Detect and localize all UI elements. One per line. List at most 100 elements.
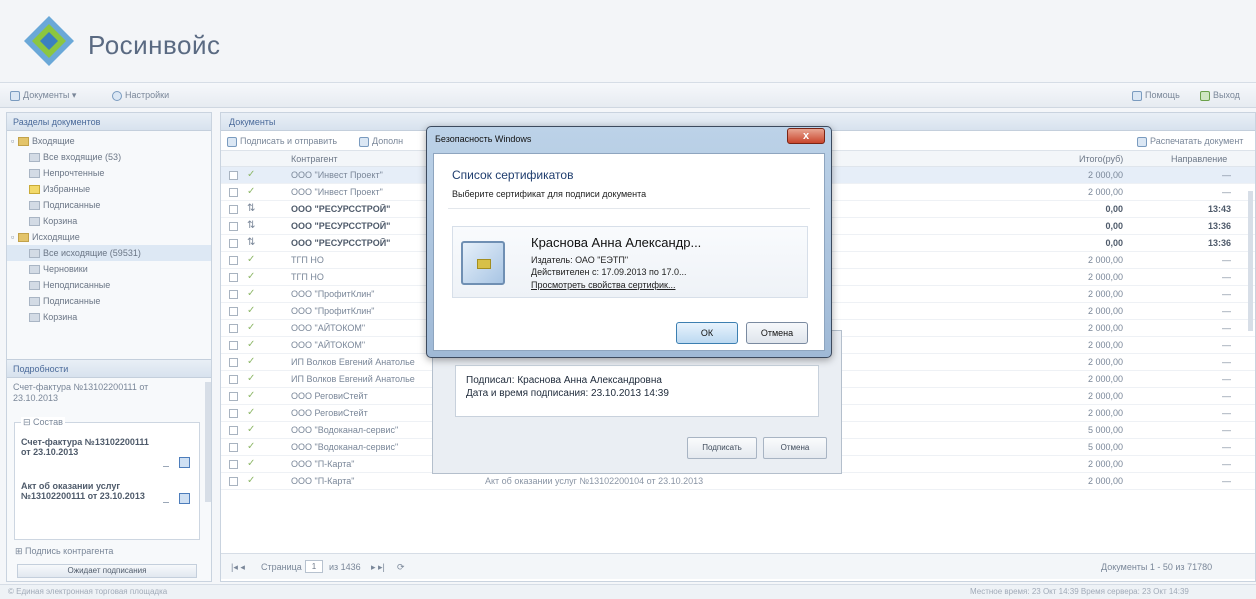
sign-and-send-button[interactable]: Подписать и отправить: [227, 136, 337, 147]
pager: |◂ ◂ Страница из 1436 ▸ ▸| ⟳ Документы 1…: [221, 553, 1255, 579]
row-checkbox[interactable]: [229, 307, 238, 316]
row-sum: 5 000,00: [1087, 425, 1123, 435]
certificate-properties-link[interactable]: Просмотреть свойства сертифик...: [531, 280, 675, 290]
document-icon: [29, 217, 40, 227]
row-sum: 0,00: [1105, 221, 1123, 231]
sidebar-item[interactable]: Корзина: [7, 213, 211, 229]
row-time: —: [1222, 408, 1231, 418]
document-icon: [29, 313, 40, 323]
details-scrollbar[interactable]: [205, 382, 211, 502]
row-checkbox[interactable]: [229, 290, 238, 299]
folder-icon: [18, 233, 29, 243]
sidebar-item[interactable]: Подписанные: [7, 197, 211, 213]
first-page-icon[interactable]: |◂ ◂: [231, 562, 245, 573]
table-row[interactable]: ✓ ООО "П-Карта" Акт об оказании услуг №131…: [221, 473, 1255, 490]
next-page-icon[interactable]: ▸ ▸|: [371, 562, 385, 573]
save-icon[interactable]: [179, 457, 190, 468]
detail-item-invoice[interactable]: Счет-фактура №13102200111 от 23.10.2013: [21, 437, 161, 457]
refresh-icon[interactable]: ⟳: [397, 562, 405, 573]
row-time: —: [1222, 289, 1231, 299]
certificate-item[interactable]: Краснова Анна Александр... Издатель: ОАО…: [452, 226, 808, 298]
left-panel: Разделы документов ▫ Входящие Все входящие…: [6, 112, 212, 582]
exit-link[interactable]: Выход: [1200, 90, 1240, 101]
sidebar-item[interactable]: Непрочтенные: [7, 165, 211, 181]
sidebar-item[interactable]: Все входящие (53): [7, 149, 211, 165]
expand-toggle-icon[interactable]: ▫: [11, 133, 18, 149]
sidebar-item-label: Входящие: [32, 136, 75, 146]
column-sum[interactable]: Итого(руб): [1079, 154, 1123, 164]
save-icon[interactable]: [179, 493, 190, 504]
row-checkbox[interactable]: [229, 222, 238, 231]
composition-legend[interactable]: ⊟ Состав: [21, 417, 65, 428]
sidebar-item[interactable]: ▫ Исходящие: [7, 229, 211, 245]
row-checkbox[interactable]: [229, 256, 238, 265]
certificate-validity: Действителен с: 17.09.2013 по 17.0...: [531, 267, 687, 277]
check-icon: ✓: [247, 458, 256, 469]
page-input[interactable]: [305, 560, 323, 573]
row-time: —: [1222, 187, 1231, 197]
row-checkbox[interactable]: [229, 205, 238, 214]
row-checkbox[interactable]: [229, 171, 238, 180]
row-checkbox[interactable]: [229, 477, 238, 486]
row-checkbox[interactable]: [229, 443, 238, 452]
row-checkbox[interactable]: [229, 341, 238, 350]
detail-item-act[interactable]: Акт об оказании услуг №13102200111 от 23…: [21, 481, 161, 501]
logo-text: Росинвойс: [88, 30, 221, 60]
awaiting-signature-button[interactable]: Ожидает подписания: [17, 564, 197, 578]
row-time: —: [1222, 425, 1231, 435]
check-icon: ✓: [247, 186, 256, 197]
row-contractor: ООО "П-Карта": [291, 459, 355, 469]
expand-toggle-icon[interactable]: ▫: [11, 229, 18, 245]
check-icon: ✓: [247, 271, 256, 282]
row-checkbox[interactable]: [229, 358, 238, 367]
row-checkbox[interactable]: [229, 273, 238, 282]
transfer-icon: ⇅: [247, 220, 256, 231]
row-checkbox[interactable]: [229, 324, 238, 333]
help-link[interactable]: Помощь: [1132, 90, 1180, 101]
sidebar-item[interactable]: Корзина: [7, 309, 211, 325]
row-time: —: [1222, 323, 1231, 333]
table-scrollbar[interactable]: [1248, 191, 1253, 331]
composition-box: ⊟ Состав Счет-фактура №13102200111 от 23…: [14, 417, 200, 540]
row-checkbox[interactable]: [229, 409, 238, 418]
extra-button[interactable]: Дополн: [359, 136, 403, 147]
sidebar-item[interactable]: ▫ Входящие: [7, 133, 211, 149]
row-checkbox[interactable]: [229, 375, 238, 384]
sidebar-item[interactable]: Неподписанные: [7, 277, 211, 293]
sidebar-item[interactable]: Черновики: [7, 261, 211, 277]
settings-menu[interactable]: Настройки: [112, 90, 169, 101]
counterparty-signature-toggle[interactable]: ⊞ Подпись контрагента: [15, 546, 113, 557]
cancel-button[interactable]: Отмена: [746, 322, 808, 344]
row-sum: 0,00: [1105, 238, 1123, 248]
row-checkbox[interactable]: [229, 188, 238, 197]
row-time: 13:43: [1207, 204, 1231, 214]
sidebar-item[interactable]: Все исходящие (59531): [7, 245, 211, 261]
sidebar-item[interactable]: Избранные: [7, 181, 211, 197]
row-time: —: [1222, 340, 1231, 350]
row-sum: 2 000,00: [1087, 476, 1123, 486]
row-time: —: [1222, 272, 1231, 282]
cancel-sign-button[interactable]: Отмена: [763, 437, 827, 459]
sidebar-item[interactable]: Подписанные: [7, 293, 211, 309]
check-icon: ✓: [247, 254, 256, 265]
check-icon: ✓: [247, 356, 256, 367]
row-sum: 2 000,00: [1087, 272, 1123, 282]
column-contractor[interactable]: Контрагент: [291, 154, 338, 164]
documents-menu[interactable]: Документы ▾: [10, 90, 76, 101]
sign-button[interactable]: Подписать: [687, 437, 757, 459]
transfer-icon: ⇅: [247, 237, 256, 248]
row-sum: 2 000,00: [1087, 357, 1123, 367]
status-left: © Единая электронная торговая площадка: [8, 587, 168, 596]
print-document-button[interactable]: Распечатать документ: [1137, 136, 1243, 147]
row-checkbox[interactable]: [229, 426, 238, 435]
close-button[interactable]: x: [787, 128, 825, 144]
sidebar-item-label: Все входящие (53): [43, 152, 122, 162]
row-checkbox[interactable]: [229, 239, 238, 248]
column-direction[interactable]: Направление: [1171, 154, 1227, 164]
row-checkbox[interactable]: [229, 460, 238, 469]
row-checkbox[interactable]: [229, 392, 238, 401]
ok-button[interactable]: ОК: [676, 322, 738, 344]
sidebar-item-label: Исходящие: [32, 232, 80, 242]
row-sum: 2 000,00: [1087, 306, 1123, 316]
sign-icon: [227, 136, 237, 147]
